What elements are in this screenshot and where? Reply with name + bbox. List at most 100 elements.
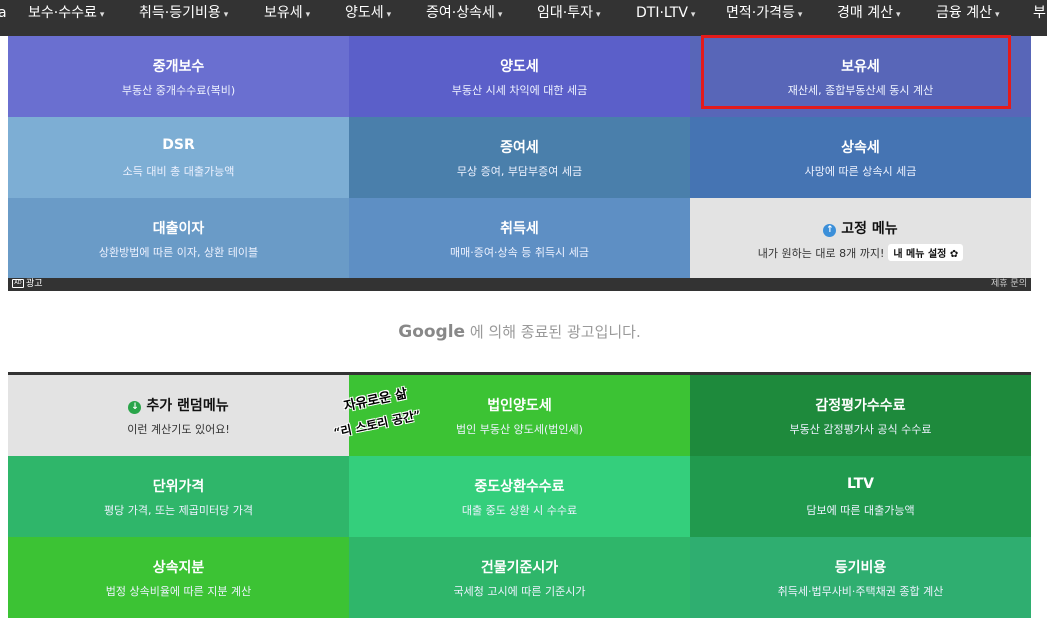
tile-subtitle: 무상 증여, 부담부증여 세금	[456, 165, 583, 178]
nav-item-label: 경매 계산	[837, 5, 893, 21]
chevron-down-icon: ▾	[690, 10, 696, 20]
nav-item-label: 임대·투자	[537, 5, 593, 21]
tile-brokerage-fee[interactable]: 중개보수 부동산 중개수수료(복비)	[8, 36, 349, 117]
tile-title: 건물기준시가	[480, 560, 559, 576]
ad-closed-message: Google 에 의해 종료된 광고입니다.	[8, 321, 1031, 342]
ad-label: AD 광고	[12, 278, 43, 291]
nav-item-auction[interactable]: 경매 계산 ▾	[837, 0, 901, 26]
chevron-down-icon: ▾	[895, 10, 901, 20]
nav-item-gift-inheritance[interactable]: 증여·상속세 ▾	[426, 0, 502, 26]
tile-title: 법인양도세	[487, 398, 552, 414]
chevron-down-icon: ▾	[99, 10, 105, 20]
tile-subtitle: 매매·증여·상속 등 취득시 세금	[450, 246, 589, 259]
ad-closed-text: 에 의해 종료된 광고입니다.	[465, 323, 641, 341]
tile-fixed-menu[interactable]: ↑ 고정 메뉴 내가 원하는 대로 8개 까지! 내 메뉴 설정 ✿	[690, 198, 1031, 279]
tile-subtitle: 국세청 고시에 따른 기준시가	[453, 585, 586, 598]
nav-item-fragment-right[interactable]: 부	[1033, 0, 1046, 26]
tile-subtitle: 부동산 시세 차익에 대한 세금	[451, 84, 588, 97]
ad-area: Google 에 의해 종료된 광고입니다.	[8, 291, 1031, 372]
tile-title: 등기비용	[834, 560, 887, 576]
tile-subtitle: 부동산 중개수수료(복비)	[121, 84, 236, 97]
nav-item-area-price[interactable]: 면적·가격등 ▾	[726, 0, 802, 26]
chevron-down-icon: ▾	[595, 10, 601, 20]
tile-dsr[interactable]: DSR 소득 대비 총 대출가능액	[8, 117, 349, 198]
nav-item-label: 보유세	[264, 5, 303, 21]
tile-title: 상속세	[841, 140, 880, 156]
tile-loan-interest[interactable]: 대출이자 상환방법에 따른 이자, 상환 테이블	[8, 198, 349, 279]
tile-title: 취득세	[500, 221, 539, 237]
nav-item-rental-investment[interactable]: 임대·투자 ▾	[537, 0, 601, 26]
tile-random-menu[interactable]: ↓ 추가 랜덤메뉴 이런 계산기도 있어요!	[8, 375, 349, 456]
tile-title: 상속지분	[152, 560, 205, 576]
tile-title: 중개보수	[152, 59, 205, 75]
tile-inheritance-share[interactable]: 상속지분 법정 상속비율에 따른 지분 계산	[8, 537, 349, 618]
tile-title: 중도상환수수료	[474, 479, 565, 495]
tile-ltv[interactable]: LTV 담보에 따른 대출가능액	[690, 456, 1031, 537]
my-menu-settings-button[interactable]: 내 메뉴 설정 ✿	[888, 244, 964, 261]
tile-inheritance-tax[interactable]: 상속세 사망에 따른 상속시 세금	[690, 117, 1031, 198]
nav-item-label: 증여·상속세	[426, 5, 495, 21]
tile-subtitle: 재산세, 종합부동산세 동시 계산	[787, 84, 934, 97]
tile-subtitle: 법인 부동산 양도세(법인세)	[456, 423, 583, 436]
arrow-up-circle-icon: ↑	[823, 224, 837, 237]
tile-corporate-transfer-tax[interactable]: 법인양도세 법인 부동산 양도세(법인세)	[349, 375, 690, 456]
tile-title: ↑ 고정 메뉴	[690, 218, 1031, 238]
tile-transfer-tax[interactable]: 양도세 부동산 시세 차익에 대한 세금	[349, 36, 690, 117]
tile-title-text: 추가 랜덤메뉴	[146, 398, 229, 414]
tile-subtitle: 법정 상속비율에 따른 지분 계산	[105, 585, 252, 598]
tile-holding-tax[interactable]: 보유세 재산세, 종합부동산세 동시 계산	[690, 36, 1031, 117]
nav-item-transfer-tax[interactable]: 양도세 ▾	[345, 0, 391, 26]
nav-item-acquisition[interactable]: 취득·등기비용 ▾	[139, 0, 228, 26]
nav-item-dti-ltv[interactable]: DTI·LTV ▾	[636, 0, 695, 26]
nav-item-label: 면적·가격등	[726, 5, 795, 21]
tile-subtitle: 담보에 따른 대출가능액	[806, 504, 915, 517]
nav-item-label: 양도세	[345, 5, 384, 21]
nav-item-finance[interactable]: 금융 계산 ▾	[936, 0, 1000, 26]
top-navbar: a 보수·수수료 ▾ 취득·등기비용 ▾ 보유세 ▾ 양도세 ▾ 증여·상속세 ▾ 임대·…	[0, 0, 1047, 36]
calculator-grid-bottom: ↓ 추가 랜덤메뉴 이런 계산기도 있어요! 법인양도세 법인 부동산 양도세(법…	[8, 375, 1031, 618]
arrow-down-circle-icon: ↓	[128, 401, 142, 414]
chevron-down-icon: ▾	[223, 10, 229, 20]
nav-item-fragment-left[interactable]: a	[0, 0, 7, 26]
ad-icon: AD	[12, 279, 24, 288]
nav-item-label: 금융 계산	[936, 5, 992, 21]
tile-acquisition-tax[interactable]: 취득세 매매·증여·상속 등 취득시 세금	[349, 198, 690, 279]
tile-subtitle: 내가 원하는 대로 8개 까지! 내 메뉴 설정 ✿	[690, 244, 1031, 261]
tile-subtitle: 대출 중도 상환 시 수수료	[461, 504, 578, 517]
tile-gift-tax[interactable]: 증여세 무상 증여, 부담부증여 세금	[349, 117, 690, 198]
tile-title-text: 고정 메뉴	[841, 221, 898, 237]
tile-title: DSR	[162, 137, 195, 153]
ad-bar: AD 광고 제휴 문의	[8, 278, 1031, 291]
tile-title: 보유세	[841, 59, 880, 75]
partnership-inquiry-link[interactable]: 제휴 문의	[991, 278, 1027, 291]
chevron-down-icon: ▾	[497, 10, 503, 20]
chevron-down-icon: ▾	[305, 10, 311, 20]
calculator-grid-top: 중개보수 부동산 중개수수료(복비) 양도세 부동산 시세 차익에 대한 세금 …	[8, 36, 1031, 279]
chevron-down-icon: ▾	[797, 10, 803, 20]
tile-title: ↓ 추가 랜덤메뉴	[8, 395, 349, 415]
tile-title: 양도세	[500, 59, 539, 75]
tile-title: LTV	[847, 476, 874, 492]
gear-icon: ✿	[949, 249, 959, 260]
nav-item-fee[interactable]: 보수·수수료 ▾	[28, 0, 104, 26]
tile-unit-price[interactable]: 단위가격 평당 가격, 또는 제곱미터당 가격	[8, 456, 349, 537]
tile-building-standard-price[interactable]: 건물기준시가 국세청 고시에 따른 기준시가	[349, 537, 690, 618]
nav-item-label: 취득·등기비용	[139, 5, 221, 21]
nav-item-holding-tax[interactable]: 보유세 ▾	[264, 0, 310, 26]
google-logo: Google	[398, 322, 466, 342]
tile-appraisal-fee[interactable]: 감정평가수수료 부동산 감정평가사 공식 수수료	[690, 375, 1031, 456]
tile-subtitle: 사망에 따른 상속시 세금	[804, 165, 917, 178]
tile-title: 단위가격	[152, 479, 205, 495]
nav-item-label: 보수·수수료	[28, 5, 97, 21]
tile-subtitle: 부동산 감정평가사 공식 수수료	[789, 423, 932, 436]
ad-label-text: 광고	[26, 279, 43, 289]
tile-prepayment-fee[interactable]: 중도상환수수료 대출 중도 상환 시 수수료	[349, 456, 690, 537]
tile-subtitle: 이런 계산기도 있어요!	[127, 423, 230, 436]
chevron-down-icon: ▾	[386, 10, 392, 20]
tile-title: 감정평가수수료	[815, 398, 906, 414]
tile-registration-cost[interactable]: 등기비용 취득세·법무사비·주택채권 종합 계산	[690, 537, 1031, 618]
button-label: 내 메뉴 설정	[893, 249, 947, 260]
tile-subtitle: 취득세·법무사비·주택채권 종합 계산	[777, 585, 944, 598]
tile-subtitle: 소득 대비 총 대출가능액	[122, 165, 235, 178]
tile-subtitle-text: 내가 원하는 대로 8개 까지!	[757, 247, 885, 260]
